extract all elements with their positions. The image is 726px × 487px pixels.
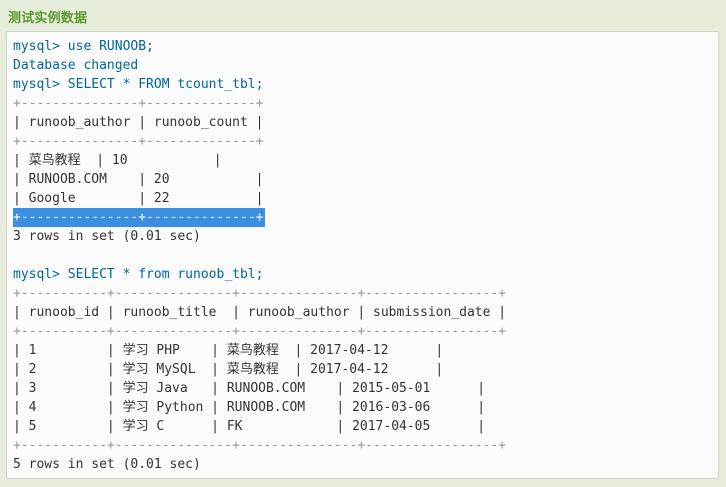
table1-bottom-border: +---------------+--------------+ [13, 210, 264, 225]
result-summary-2: 5 rows in set (0.01 sec) [13, 457, 201, 472]
code-line-use: mysql> use RUNOOB; [13, 39, 154, 54]
code-line-query-2: mysql> SELECT * from runoob_tbl; [13, 267, 264, 282]
table1-header-row: | runoob_author | runoob_count | [13, 115, 264, 130]
code-line-query-1: mysql> SELECT * FROM tcount_tbl; [13, 77, 264, 92]
code-block[interactable]: mysql> use RUNOOB; Database changed mysq… [6, 31, 719, 479]
page-frame: 测试实例数据 mysql> use RUNOOB; Database chang… [0, 0, 726, 487]
table1-row: | Google | 22 | [13, 191, 264, 206]
table2-top-border: +-----------+---------------+-----------… [13, 286, 507, 301]
table2-bottom-border: +-----------+---------------+-----------… [13, 438, 507, 453]
table2-row: | 3 | 学习 Java | RUNOOB.COM | 2015-05-01 … [13, 381, 486, 396]
result-summary-1: 3 rows in set (0.01 sec) [13, 229, 201, 244]
table2-row: | 5 | 学习 C | FK | 2017-04-05 | [13, 419, 486, 434]
section-heading: 测试实例数据 [8, 11, 88, 26]
table1-top-border: +---------------+--------------+ [13, 96, 264, 111]
table2-header-row: | runoob_id | runoob_title | runoob_auth… [13, 305, 507, 320]
table2-row: | 4 | 学习 Python | RUNOOB.COM | 2016-03-0… [13, 400, 486, 415]
table1-header-separator: +---------------+--------------+ [13, 134, 264, 149]
table1-row: | RUNOOB.COM | 20 | [13, 172, 264, 187]
table2-row: | 1 | 学习 PHP | 菜鸟教程 | 2017-04-12 | [13, 343, 444, 358]
table1-row: | 菜鸟教程 | 10 | [13, 153, 222, 168]
table2-row: | 2 | 学习 MySQL | 菜鸟教程 | 2017-04-12 | [13, 362, 444, 377]
table2-header-separator: +-----------+---------------+-----------… [13, 324, 507, 339]
code-line-db-changed: Database changed [13, 58, 139, 73]
